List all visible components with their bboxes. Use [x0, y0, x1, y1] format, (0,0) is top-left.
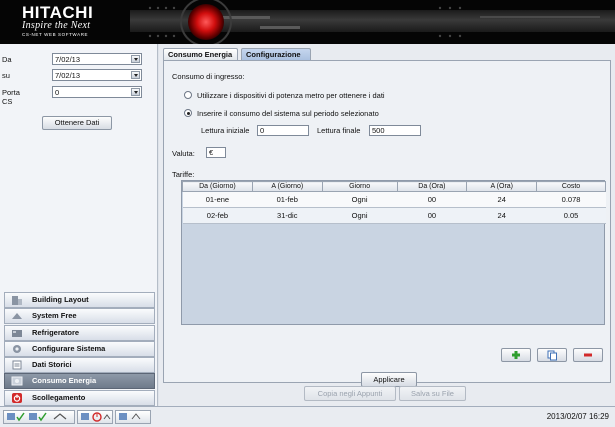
brand-tagline: Inspire the Next	[22, 20, 91, 31]
nav-item-consumo-energia[interactable]: Consumo Energia	[4, 373, 155, 390]
table-cell: 31-dic	[252, 207, 323, 224]
status-icons-2	[81, 412, 111, 422]
column-header[interactable]: Da (Giorno)	[182, 181, 253, 192]
nav-label: System Free	[32, 311, 77, 321]
nav-label: Refrigeratore	[32, 327, 80, 337]
copy-icon	[547, 350, 557, 361]
radio-manual-label: Inserire il consumo del sistema sul peri…	[197, 109, 379, 118]
to-date-field[interactable]: 7/02/13	[52, 69, 142, 81]
power-icon	[12, 392, 22, 403]
hitachi-logo: HITACHI	[22, 3, 94, 22]
input-heading: Consumo di ingresso:	[172, 72, 245, 81]
main-content: Consumo Energia Configurazione Consumo d…	[159, 44, 615, 406]
plus-icon	[512, 351, 520, 359]
initial-reading-input[interactable]: 0	[257, 125, 309, 136]
radio-manual[interactable]	[184, 109, 192, 117]
system-icon	[12, 313, 22, 320]
currency-label: Valuta:	[172, 149, 195, 158]
table-cell: 24	[466, 191, 537, 208]
table-cell: 01-ene	[182, 191, 253, 208]
status-bar: 2013/02/07 16:29	[0, 406, 615, 427]
table-cell: 0.05	[536, 207, 606, 224]
column-header[interactable]: Costo	[536, 181, 606, 192]
copy-row-button[interactable]	[537, 348, 567, 362]
header-orb	[188, 4, 224, 40]
nav-label: Consumo Energia	[32, 376, 97, 386]
tariffs-label: Tariffe:	[172, 170, 195, 179]
nav-label: Scollegamento	[32, 392, 86, 402]
column-header[interactable]: A (Ora)	[466, 181, 538, 192]
from-date-value: 7/02/13	[55, 55, 81, 64]
apply-button[interactable]: Applicare	[361, 372, 417, 387]
from-date-field[interactable]: 7/02/13	[52, 53, 142, 65]
currency-input[interactable]: €	[206, 147, 226, 158]
nav-item-configurare-sistema[interactable]: Configurare Sistema	[4, 340, 155, 357]
from-label: Da	[2, 55, 12, 64]
status-datetime: 2013/02/07 16:29	[546, 412, 609, 421]
nav-item-refrigeratore[interactable]: Refrigeratore	[4, 324, 155, 341]
final-reading-input[interactable]: 500	[369, 125, 421, 136]
add-row-button[interactable]	[501, 348, 531, 362]
port-select[interactable]: 0	[52, 86, 142, 98]
radio-metering[interactable]	[184, 91, 192, 99]
to-label: su	[2, 71, 10, 80]
chevron-down-icon[interactable]	[131, 88, 140, 96]
radio-metering-label: Utilizzare i dispositivi di potenza metr…	[197, 91, 385, 100]
chevron-down-icon[interactable]	[131, 55, 140, 63]
status-group-3[interactable]	[115, 410, 151, 424]
status-icons-3	[119, 413, 141, 420]
tariffs-table: Da (Giorno) A (Giorno) Giorno Da (Ora) A…	[181, 180, 606, 325]
energy-icon	[11, 376, 23, 386]
minus-icon	[584, 353, 592, 357]
building-icon	[12, 296, 22, 305]
app-header: HITACHI Inspire the Next CS-NET WEB SOFT…	[0, 0, 615, 44]
table-cell: 02-feb	[182, 207, 253, 224]
save-to-file-button[interactable]: Salva su File	[399, 386, 466, 401]
column-header[interactable]: Giorno	[321, 181, 398, 192]
final-reading-label: Lettura finale	[317, 126, 361, 135]
nav-item-dati-storici[interactable]: Dati Storici	[4, 357, 155, 374]
table-header-row: Da (Giorno) A (Giorno) Giorno Da (Ora) A…	[182, 181, 606, 192]
table-cell: Ogni	[322, 207, 397, 224]
remove-row-button[interactable]	[573, 348, 603, 362]
column-header[interactable]: A (Giorno)	[251, 181, 323, 192]
table-row[interactable]: 01-ene 01-feb Ogni 00 24 0.078	[182, 191, 606, 208]
gear-icon	[13, 344, 21, 353]
table-cell: 00	[397, 191, 467, 208]
port-value: 0	[55, 88, 60, 97]
table-cell: 24	[466, 207, 537, 224]
chiller-icon	[12, 329, 22, 337]
table-row[interactable]: 02-feb 31-dic Ogni 00 24 0.05	[182, 207, 606, 224]
copy-to-clipboard-button[interactable]: Copia negli Appunti	[304, 386, 396, 401]
nav-item-scollegamento[interactable]: Scollegamento	[4, 389, 155, 406]
history-icon	[12, 360, 22, 370]
status-icons-1	[7, 412, 67, 422]
nav-label: Dati Storici	[32, 360, 72, 370]
nav-label: Configurare Sistema	[32, 343, 106, 353]
software-name: CS-NET WEB SOFTWARE	[22, 32, 89, 37]
port-label: Porta CS	[2, 88, 20, 106]
nav-item-system-free[interactable]: System Free	[4, 308, 155, 325]
initial-reading-label: Lettura iniziale	[201, 126, 250, 135]
table-cell: 0.078	[536, 191, 606, 208]
table-cell: 01-feb	[252, 191, 323, 208]
table-cell: 00	[397, 207, 467, 224]
nav-menu: Building Layout System Free Refrigerator…	[4, 292, 155, 406]
table-cell: Ogni	[322, 191, 397, 208]
brand: HITACHI Inspire the Next CS-NET WEB SOFT…	[22, 3, 94, 38]
get-data-button[interactable]: Ottenere Dati	[42, 116, 112, 130]
to-date-value: 7/02/13	[55, 71, 81, 80]
configuration-panel: Consumo di ingresso: Utilizzare i dispos…	[163, 60, 611, 387]
nav-label: Building Layout	[32, 295, 89, 304]
sidebar: Da 7/02/13 su 7/02/13 Porta CS 0 Ottener…	[0, 44, 158, 406]
chevron-down-icon[interactable]	[131, 71, 140, 79]
column-header[interactable]: Da (Ora)	[396, 181, 468, 192]
nav-item-building-layout[interactable]: Building Layout	[4, 292, 155, 308]
status-group-1[interactable]	[3, 410, 75, 424]
status-group-2[interactable]	[77, 410, 113, 424]
